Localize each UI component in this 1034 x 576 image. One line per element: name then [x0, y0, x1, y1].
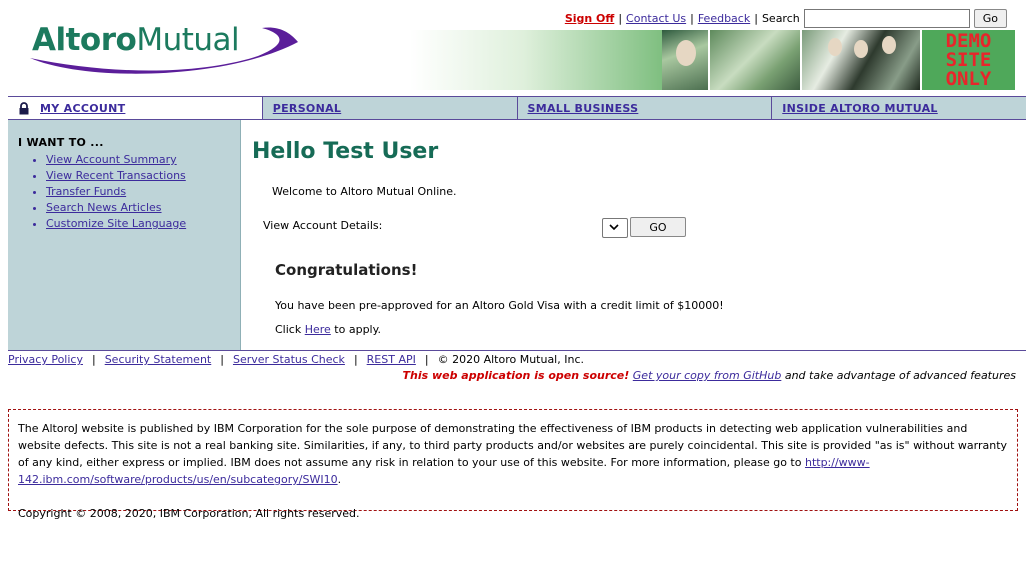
tab-small-business-label[interactable]: SMALL BUSINESS	[528, 102, 639, 115]
search-label: Search	[761, 11, 800, 25]
tab-inside-altoro-mutual-label[interactable]: INSIDE ALTORO MUTUAL	[782, 102, 938, 115]
footer-links: Privacy Policy | Security Statement | Server…	[8, 353, 584, 366]
contact-us-link[interactable]: Contact Us	[626, 12, 686, 25]
welcome-text: Welcome to Altoro Mutual Online.	[272, 185, 457, 198]
disclaimer-box: The AltoroJ website is published by IBM …	[8, 409, 1018, 520]
main-nav: MY ACCOUNT PERSONAL SMALL BUSINESS INSID…	[8, 96, 1026, 120]
sidebar-item-view-account-summary: View Account Summary	[46, 152, 186, 168]
search-go-button[interactable]: Go	[973, 8, 1007, 28]
search-input[interactable]	[803, 8, 970, 28]
apply-text: Click Here to apply.	[275, 323, 382, 336]
sidebar: I WANT TO ... View Account Summary View …	[8, 120, 241, 350]
footer-divider	[8, 350, 1026, 351]
account-go-button[interactable]: GO	[630, 217, 686, 237]
open-source-notice: This web application is open source! Get…	[402, 369, 1017, 382]
page-title: Hello Test User	[252, 139, 439, 164]
apply-here-link[interactable]: Here	[305, 323, 331, 336]
view-account-details-label: View Account Details:	[263, 219, 383, 232]
view-recent-transactions-link[interactable]: View Recent Transactions	[46, 169, 186, 182]
github-link[interactable]: Get your copy from GitHub	[633, 369, 782, 382]
sidebar-heading: I WANT TO ...	[18, 136, 104, 149]
transfer-funds-link[interactable]: Transfer Funds	[46, 185, 126, 198]
tab-small-business[interactable]: SMALL BUSINESS	[518, 97, 773, 119]
search-news-articles-link[interactable]: Search News Articles	[46, 201, 162, 214]
tab-my-account[interactable]: MY ACCOUNT	[8, 97, 263, 119]
server-status-check-link[interactable]: Server Status Check	[233, 353, 345, 366]
banner-photo-hands	[710, 30, 800, 90]
sidebar-list: View Account Summary View Recent Transac…	[46, 152, 186, 232]
customize-site-language-link[interactable]: Customize Site Language	[46, 217, 186, 230]
page-header: AltoroMutual Sign Off | Contact Us | Fee…	[0, 0, 1034, 96]
altoro-mutual-logo[interactable]: AltoroMutual	[26, 20, 306, 80]
sidebar-item-view-recent-transactions: View Recent Transactions	[46, 168, 186, 184]
rest-api-link[interactable]: REST API	[367, 353, 416, 366]
demo-site-only-badge: DEMO SITE ONLY	[922, 30, 1015, 90]
top-links: Sign Off | Contact Us | Feedback | Searc…	[565, 8, 1007, 28]
tab-personal[interactable]: PERSONAL	[263, 97, 518, 119]
congratulations-heading: Congratulations!	[275, 261, 418, 279]
open-source-text: This web application is open source!	[402, 369, 630, 382]
logo-text: AltoroMutual	[32, 22, 240, 58]
tab-personal-label[interactable]: PERSONAL	[273, 102, 341, 115]
tab-inside-altoro-mutual[interactable]: INSIDE ALTORO MUTUAL	[772, 97, 1026, 119]
chevron-down-icon	[609, 224, 619, 231]
feedback-link[interactable]: Feedback	[698, 12, 750, 25]
header-banner: DEMO SITE ONLY	[410, 30, 1015, 90]
sidebar-item-customize-site-language: Customize Site Language	[46, 216, 186, 232]
main-content: Hello Test User Welcome to Altoro Mutual…	[252, 120, 1022, 350]
footer-copyright: © 2020 Altoro Mutual, Inc.	[437, 353, 584, 366]
security-statement-link[interactable]: Security Statement	[105, 353, 212, 366]
view-account-summary-link[interactable]: View Account Summary	[46, 153, 177, 166]
banner-photo-woman	[662, 30, 708, 90]
banner-gradient	[410, 30, 662, 90]
lock-icon	[18, 102, 30, 115]
banner-photo-group	[802, 30, 920, 90]
sidebar-item-search-news-articles: Search News Articles	[46, 200, 186, 216]
account-select[interactable]	[602, 218, 628, 238]
tab-my-account-label[interactable]: MY ACCOUNT	[40, 102, 125, 115]
disclaimer-text: The AltoroJ website is published by IBM …	[18, 422, 1008, 486]
sign-off-link[interactable]: Sign Off	[565, 12, 615, 25]
disclaimer-copyright: Copyright © 2008, 2020, IBM Corporation,…	[18, 507, 360, 520]
privacy-policy-link[interactable]: Privacy Policy	[8, 353, 83, 366]
sidebar-item-transfer-funds: Transfer Funds	[46, 184, 186, 200]
preapproval-text: You have been pre-approved for an Altoro…	[275, 299, 724, 312]
